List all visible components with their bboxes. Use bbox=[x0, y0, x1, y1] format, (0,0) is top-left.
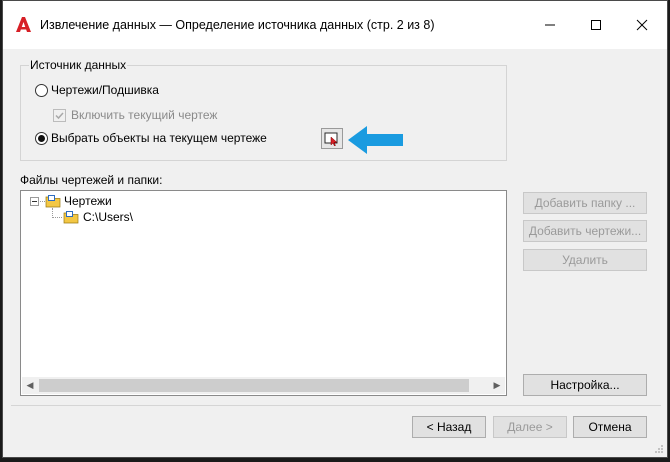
drawings-tree[interactable]: Чертежи C:\Users\ ◀ ▶ bbox=[20, 190, 507, 396]
tree-collapse-icon[interactable] bbox=[30, 197, 39, 206]
scroll-left-icon[interactable]: ◀ bbox=[25, 380, 35, 391]
maximize-button[interactable] bbox=[581, 11, 611, 39]
data-source-group-label: Источник данных bbox=[29, 58, 128, 72]
scroll-right-icon[interactable]: ▶ bbox=[492, 380, 502, 391]
files-and-folders-label: Файлы чертежей и папки: bbox=[20, 173, 163, 187]
footer-divider bbox=[11, 405, 661, 406]
autocad-a-icon bbox=[16, 17, 31, 32]
resize-grip-icon[interactable] bbox=[654, 444, 664, 454]
scrollbar-thumb[interactable] bbox=[39, 379, 469, 392]
next-button[interactable]: Далее > bbox=[493, 416, 567, 438]
radio-drawings-sheetset-label[interactable]: Чертежи/Подшивка bbox=[51, 83, 159, 97]
folder-icon bbox=[63, 211, 79, 224]
drawings-folder-icon bbox=[45, 195, 61, 208]
blue-pointer-arrow-icon bbox=[348, 126, 403, 154]
minimize-button[interactable] bbox=[535, 11, 565, 39]
close-icon bbox=[636, 19, 648, 31]
back-button[interactable]: < Назад bbox=[412, 416, 486, 438]
add-folder-button[interactable]: Добавить папку ... bbox=[523, 192, 647, 214]
radio-select-objects[interactable] bbox=[35, 132, 48, 145]
tree-node-drawings[interactable]: Чертежи bbox=[64, 194, 112, 208]
minimize-icon bbox=[545, 24, 555, 26]
title-bar[interactable]: Извлечение данных — Определение источник… bbox=[3, 1, 667, 49]
select-objects-button[interactable] bbox=[321, 128, 343, 149]
add-drawings-button[interactable]: Добавить чертежи... bbox=[523, 220, 647, 242]
include-current-drawing-label: Включить текущий чертеж bbox=[71, 108, 218, 122]
tree-node-folder[interactable]: C:\Users\ bbox=[83, 210, 133, 224]
close-button[interactable] bbox=[627, 11, 657, 39]
settings-button[interactable]: Настройка... bbox=[523, 374, 647, 396]
horizontal-scrollbar[interactable]: ◀ ▶ bbox=[22, 377, 505, 394]
data-extraction-dialog: Извлечение данных — Определение источник… bbox=[2, 0, 668, 458]
select-objects-icon bbox=[324, 132, 338, 146]
remove-button[interactable]: Удалить bbox=[523, 249, 647, 271]
include-current-drawing-checkbox[interactable] bbox=[53, 109, 66, 122]
cancel-button[interactable]: Отмена bbox=[573, 416, 647, 438]
radio-select-objects-label[interactable]: Выбрать объекты на текущем чертеже bbox=[51, 131, 267, 145]
radio-drawings-sheetset[interactable] bbox=[35, 84, 48, 97]
checkmark-icon bbox=[55, 112, 64, 120]
maximize-icon bbox=[591, 20, 601, 30]
window-title: Извлечение данных — Определение источник… bbox=[40, 18, 435, 32]
